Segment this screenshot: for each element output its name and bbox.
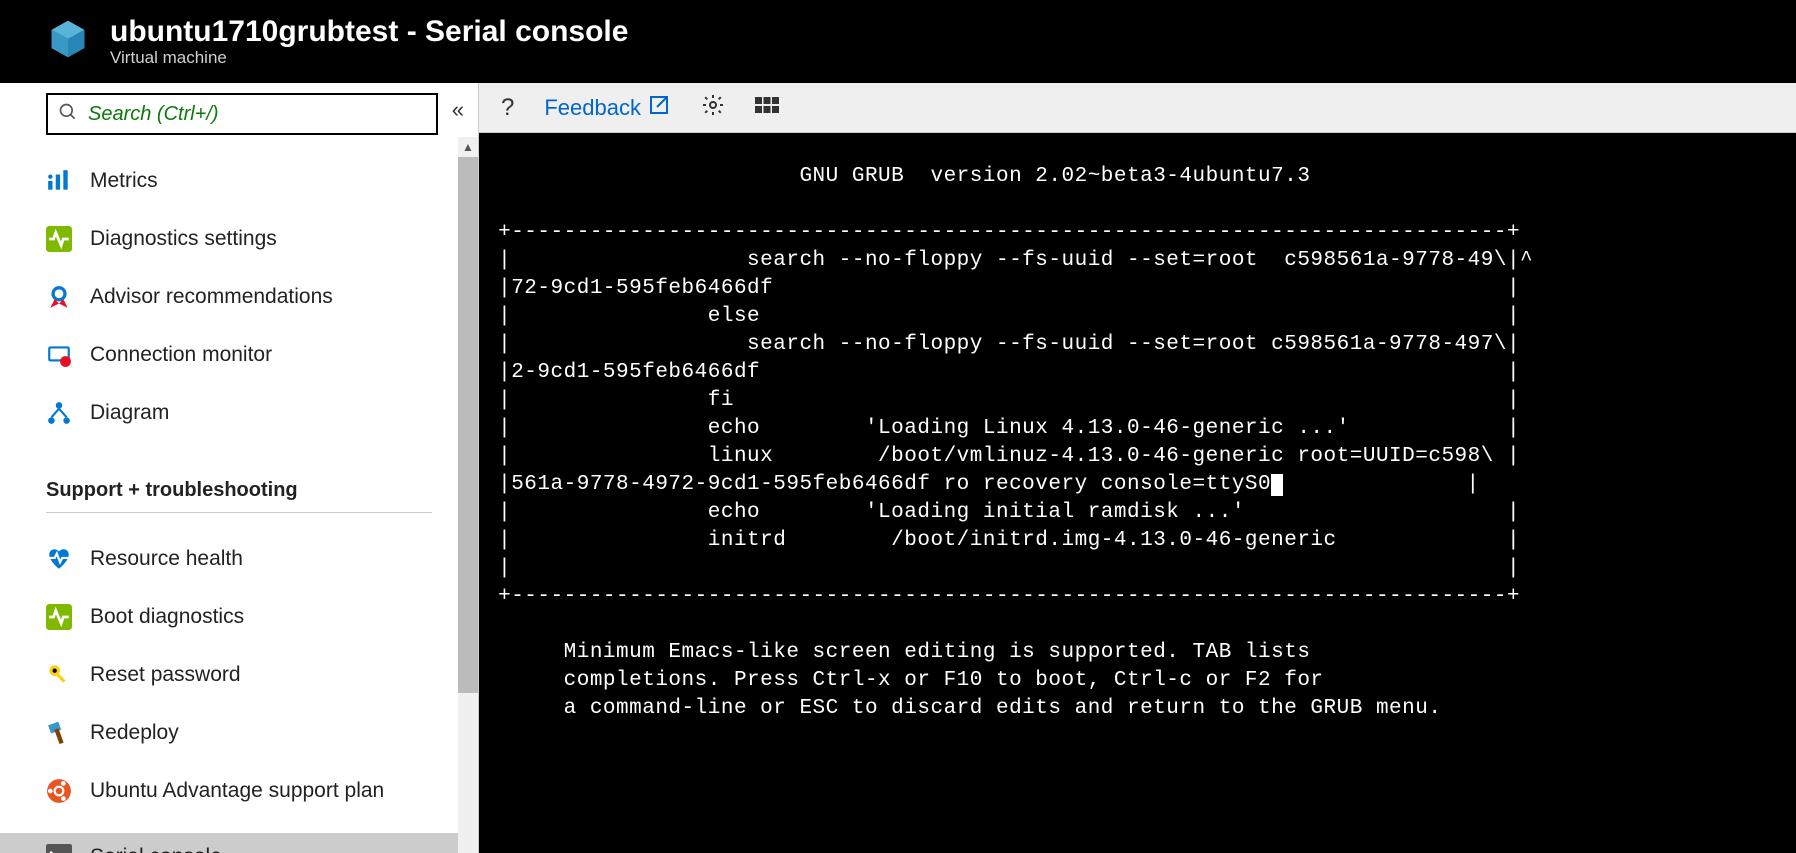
sidebar-item-label: Ubuntu Advantage support plan [90,779,384,803]
header-titles: ubuntu1710grubtest - Serial console Virt… [110,15,628,68]
sidebar-item-label: Boot diagnostics [90,605,244,629]
scroll-up-arrow-icon[interactable]: ▲ [458,137,478,157]
sidebar-item-label: Advisor recommendations [90,285,333,309]
page-header: ubuntu1710grubtest - Serial console Virt… [0,0,1796,83]
main-panel: ? Feedback GNU GRUB version [479,83,1796,853]
feedback-label: Feedback [544,95,641,121]
search-box[interactable] [46,93,438,135]
sidebar-item-reset-password[interactable]: Reset password [46,659,478,691]
sidebar-item-resource-health[interactable]: Resource health [46,543,478,575]
sidebar-item-label: Reset password [90,663,241,687]
sidebar-item-diagnostics-settings[interactable]: Diagnostics settings [46,223,478,255]
collapse-sidebar-button[interactable]: « [452,93,464,123]
vm-icon [46,17,90,66]
ubuntu-icon [46,778,72,804]
page-subtitle: Virtual machine [110,48,628,68]
chart-icon [46,168,72,194]
sidebar-item-serial-console[interactable]: Serial console [0,833,458,853]
sidebar-item-boot-diagnostics[interactable]: Boot diagnostics [46,601,478,633]
feedback-button[interactable]: Feedback [544,93,671,123]
search-icon [58,102,78,127]
diagram-icon [46,400,72,426]
sidebar: « Metrics Diagnostics settings [0,83,479,853]
sidebar-item-label: Diagram [90,401,169,425]
help-button[interactable]: ? [501,94,514,122]
sidebar-item-label: Serial console [90,845,222,853]
sidebar-item-metrics[interactable]: Metrics [46,165,478,197]
external-link-icon [647,93,671,123]
toolbar: ? Feedback [479,83,1796,133]
page-title: ubuntu1710grubtest - Serial console [110,15,628,48]
search-input[interactable] [88,103,426,126]
sidebar-item-ubuntu-advantage[interactable]: Ubuntu Advantage support plan [46,775,478,807]
scrollbar-thumb[interactable] [458,157,478,693]
keyboard-button[interactable] [755,93,779,123]
sidebar-item-label: Connection monitor [90,343,272,367]
terminal-icon [46,844,72,853]
sidebar-item-diagram[interactable]: Diagram [46,397,478,429]
nav-list: Metrics Diagnostics settings Advisor rec… [0,145,478,853]
pulse-icon [46,226,72,252]
pulse-icon [46,604,72,630]
sidebar-section-header: Support + troubleshooting [46,479,432,513]
serial-console-output[interactable]: GNU GRUB version 2.02~beta3-4ubuntu7.3 +… [479,133,1796,853]
monitor-icon [46,342,72,368]
sidebar-item-label: Redeploy [90,721,179,745]
settings-button[interactable] [701,93,725,123]
sidebar-item-connection-monitor[interactable]: Connection monitor [46,339,478,371]
sidebar-item-redeploy[interactable]: Redeploy [46,717,478,749]
hammer-icon [46,720,72,746]
sidebar-item-label: Diagnostics settings [90,227,277,251]
sidebar-item-advisor[interactable]: Advisor recommendations [46,281,478,313]
key-icon [46,662,72,688]
sidebar-item-label: Resource health [90,547,243,571]
sidebar-item-label: Metrics [90,169,158,193]
keyboard-icon [755,93,779,123]
ribbon-icon [46,284,72,310]
heart-icon [46,546,72,572]
gear-icon [701,93,725,123]
sidebar-scrollbar[interactable]: ▲ [458,137,478,853]
